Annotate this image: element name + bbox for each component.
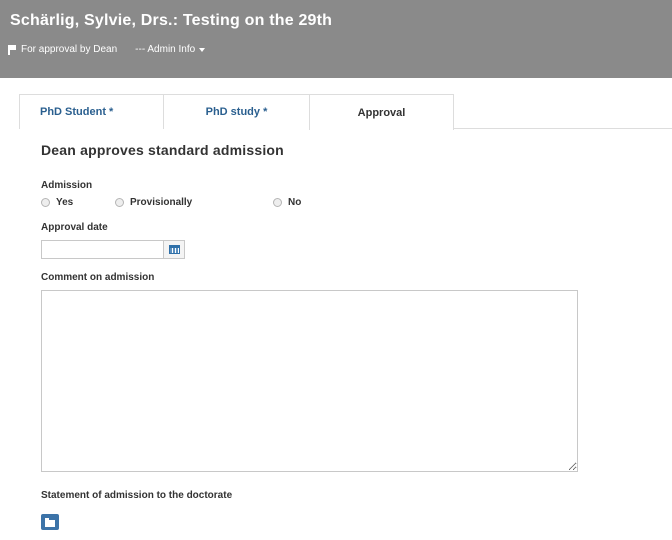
flag-icon bbox=[8, 44, 17, 55]
page-header: Schärlig, Sylvie, Drs.: Testing on the 2… bbox=[0, 0, 672, 78]
admission-provisionally-radio[interactable]: Provisionally bbox=[115, 197, 192, 208]
admission-yes-radio[interactable]: Yes bbox=[41, 197, 73, 208]
tab-phd-study[interactable]: PhD study * bbox=[163, 94, 309, 129]
tab-phd-student[interactable]: PhD Student * bbox=[19, 94, 163, 129]
admission-yes-label: Yes bbox=[56, 197, 74, 208]
approval-date-label: Approval date bbox=[41, 222, 108, 233]
comment-label: Comment on admission bbox=[41, 272, 155, 283]
admission-radio-group: Yes Provisionally No bbox=[41, 197, 341, 209]
statement-upload-button[interactable] bbox=[41, 514, 59, 530]
admin-info-label: --- Admin Info bbox=[135, 44, 196, 55]
approval-date-input[interactable] bbox=[41, 240, 164, 259]
admission-no-label: No bbox=[288, 197, 302, 208]
page-title: Schärlig, Sylvie, Drs.: Testing on the 2… bbox=[10, 12, 333, 29]
status-label: For approval by Dean bbox=[21, 44, 118, 55]
statement-label: Statement of admission to the doctorate bbox=[41, 490, 233, 501]
caret-down-icon bbox=[199, 48, 206, 52]
admission-no-radio[interactable]: No bbox=[273, 197, 301, 208]
section-title: Dean approves standard admission bbox=[41, 142, 284, 158]
admission-provisionally-label: Provisionally bbox=[130, 197, 193, 208]
header-status-bar: For approval by Dean --- Admin Info bbox=[8, 44, 206, 55]
radio-circle-icon[interactable] bbox=[115, 198, 124, 207]
radio-circle-icon[interactable] bbox=[41, 198, 50, 207]
tab-approval[interactable]: Approval bbox=[309, 94, 454, 130]
admission-label: Admission bbox=[41, 180, 93, 191]
radio-circle-icon[interactable] bbox=[273, 198, 282, 207]
folder-icon bbox=[45, 517, 55, 527]
calendar-icon bbox=[168, 245, 180, 254]
comment-textarea[interactable] bbox=[41, 290, 578, 472]
admin-info-menu[interactable]: --- Admin Info bbox=[135, 44, 206, 55]
calendar-button[interactable] bbox=[164, 240, 185, 259]
